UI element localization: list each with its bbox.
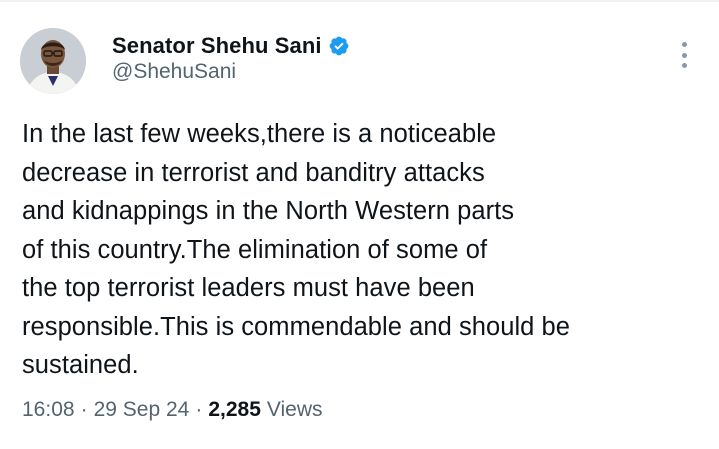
views-count[interactable]: 2,285 bbox=[208, 398, 261, 422]
tweet-card: Senator Shehu Sani @ShehuSani In the las… bbox=[0, 0, 719, 449]
tweet-text: In the last few weeks,there is a noticea… bbox=[22, 120, 570, 379]
author-name-row: Senator Shehu Sani bbox=[112, 30, 350, 62]
avatar-image bbox=[20, 28, 86, 94]
more-dot bbox=[681, 63, 687, 68]
more-dot bbox=[681, 52, 687, 58]
tweet-date[interactable]: 29 Sep 24 bbox=[94, 398, 190, 422]
more-options-icon[interactable] bbox=[672, 40, 696, 70]
author-display-name[interactable]: Senator Shehu Sani bbox=[112, 33, 322, 59]
meta-separator: · bbox=[195, 398, 203, 421]
meta-separator: · bbox=[80, 398, 88, 421]
views-label[interactable]: Views bbox=[267, 398, 323, 422]
avatar[interactable] bbox=[20, 28, 86, 94]
tweet-meta: 16:08 · 29 Sep 24 · 2,285 Views bbox=[22, 398, 323, 422]
more-dot bbox=[681, 42, 687, 47]
verified-badge-icon bbox=[328, 35, 350, 57]
tweet-time[interactable]: 16:08 bbox=[22, 398, 75, 422]
author-handle[interactable]: @ShehuSani bbox=[112, 60, 236, 84]
